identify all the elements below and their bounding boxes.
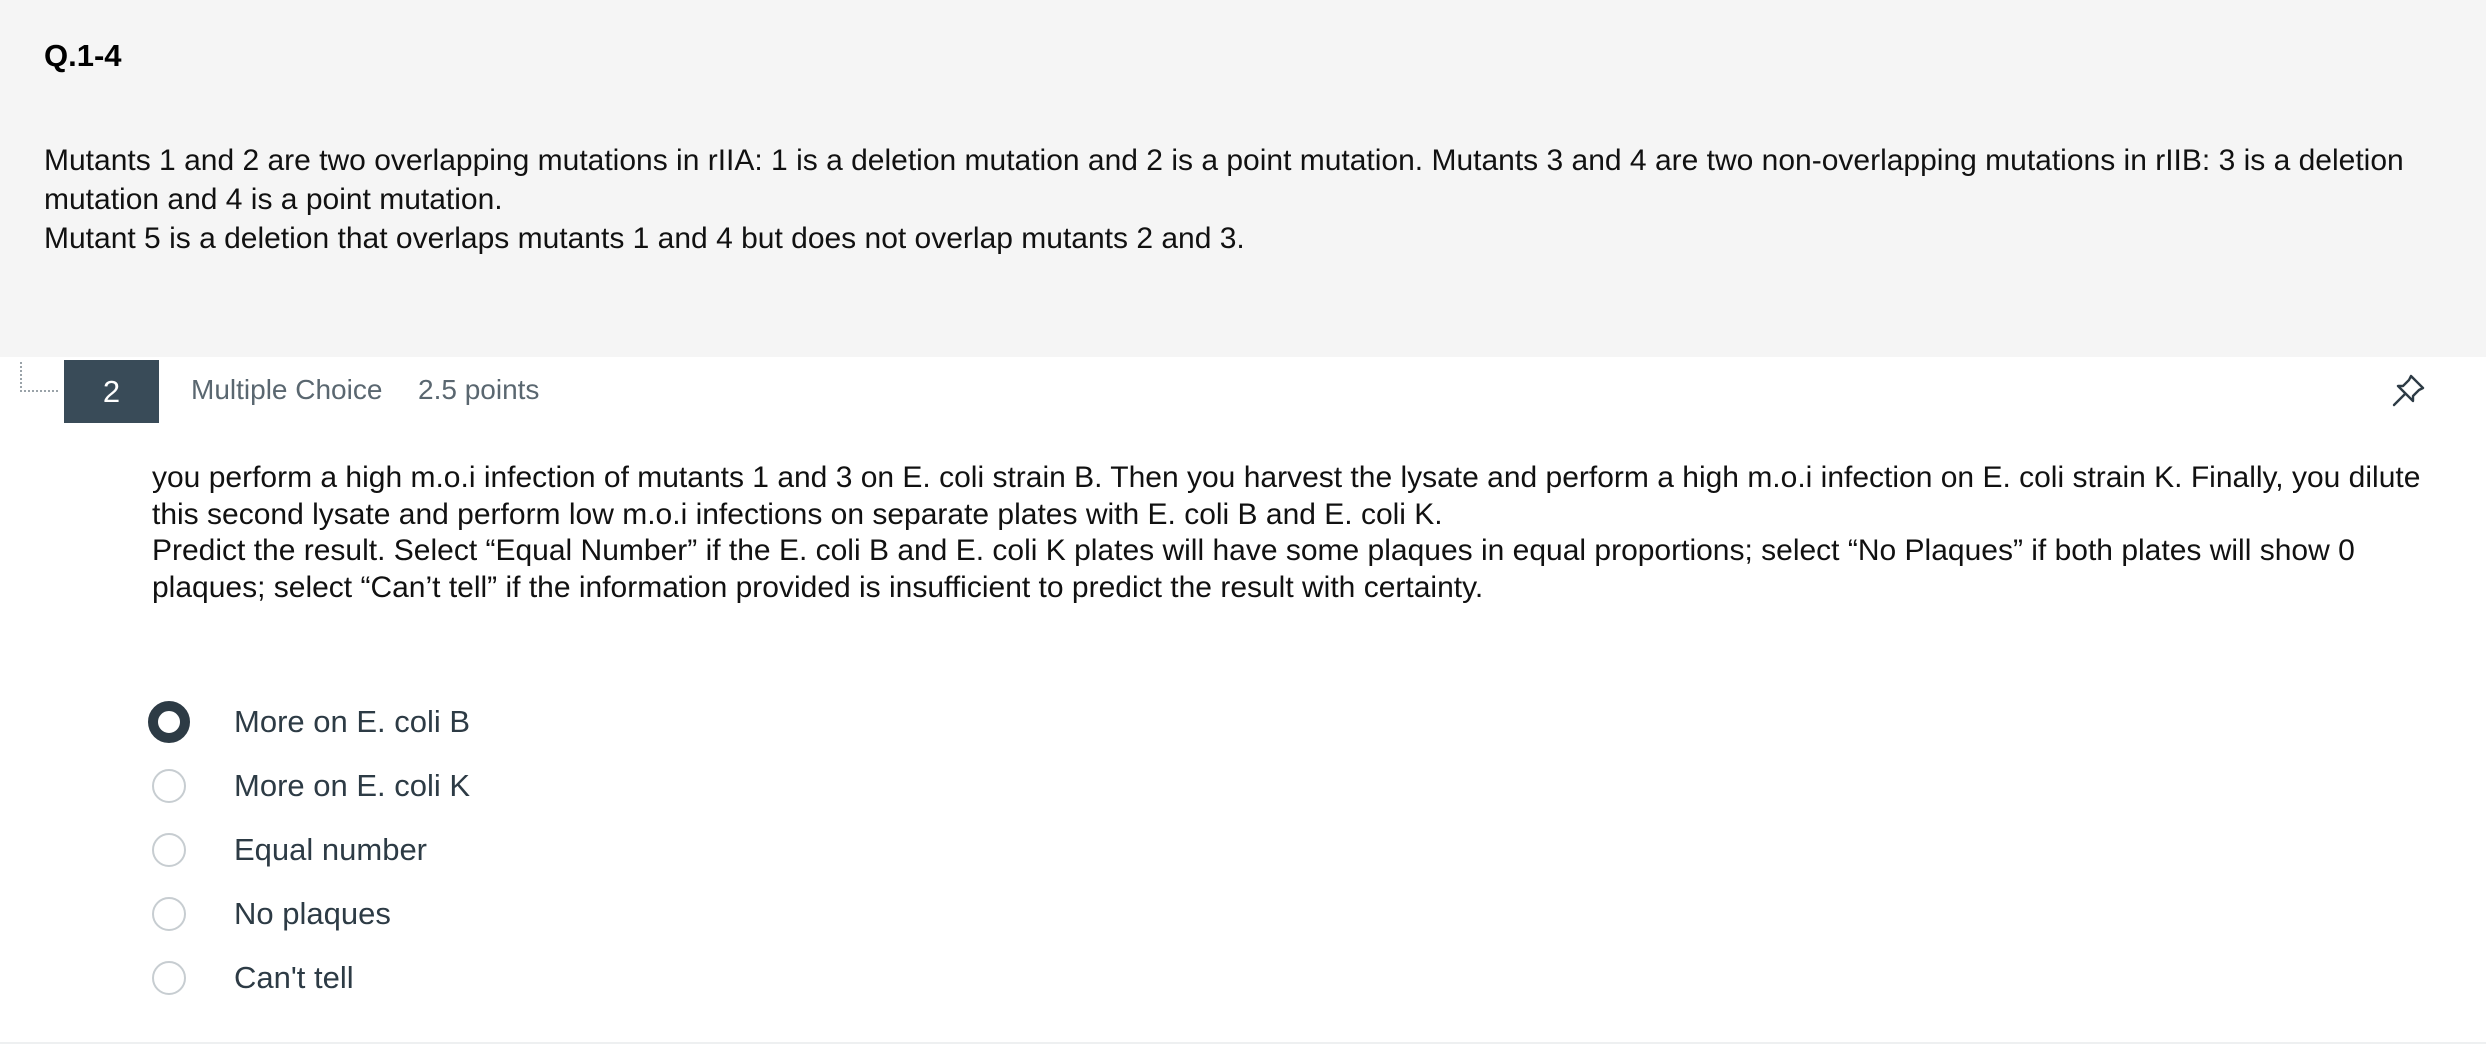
answer-label: More on E. coli B (234, 704, 471, 739)
intro-paragraph-1: Mutants 1 and 2 are two overlapping muta… (44, 144, 2404, 216)
radio-unselected[interactable] (152, 897, 186, 931)
question-points: 2.5 points (418, 374, 540, 405)
radio-unselected[interactable] (152, 833, 186, 867)
question-number: 2 (64, 360, 159, 423)
answer-label: Can't tell (234, 960, 354, 995)
intro-paragraph-2: Mutant 5 is a deletion that overlaps mut… (44, 222, 1245, 255)
question-text-2: Predict the result. Select “Equal Number… (152, 534, 2355, 604)
question-text: you perform a high m.o.i infection of mu… (152, 460, 2452, 606)
radio-unselected[interactable] (152, 769, 186, 803)
drag-handle (20, 362, 58, 392)
radio-unselected[interactable] (152, 961, 186, 995)
answer-option-more-on-e-coli-k[interactable]: More on E. coli K (152, 754, 1052, 818)
question-type: Multiple Choice (191, 374, 383, 405)
answer-list: More on E. coli B More on E. coli K Equa… (148, 690, 1052, 1010)
radio-selected[interactable] (148, 701, 190, 743)
pin-icon[interactable] (2389, 370, 2429, 410)
answer-option-more-on-e-coli-b[interactable]: More on E. coli B (148, 690, 1052, 754)
question-text-1: you perform a high m.o.i infection of mu… (152, 461, 2421, 531)
answer-label: No plaques (234, 896, 391, 931)
answer-label: Equal number (234, 832, 428, 867)
answer-option-equal-number[interactable]: Equal number (152, 818, 1052, 882)
answer-option-cant-tell[interactable]: Can't tell (152, 946, 1052, 1010)
intro-title: Q.1-4 (44, 38, 122, 73)
intro-panel: Q.1-4 Mutants 1 and 2 are two overlappin… (0, 0, 2486, 357)
answer-label: More on E. coli K (234, 768, 471, 803)
divider (0, 1042, 2486, 1044)
intro-text: Mutants 1 and 2 are two overlapping muta… (44, 141, 2444, 258)
answer-option-no-plaques[interactable]: No plaques (152, 882, 1052, 946)
